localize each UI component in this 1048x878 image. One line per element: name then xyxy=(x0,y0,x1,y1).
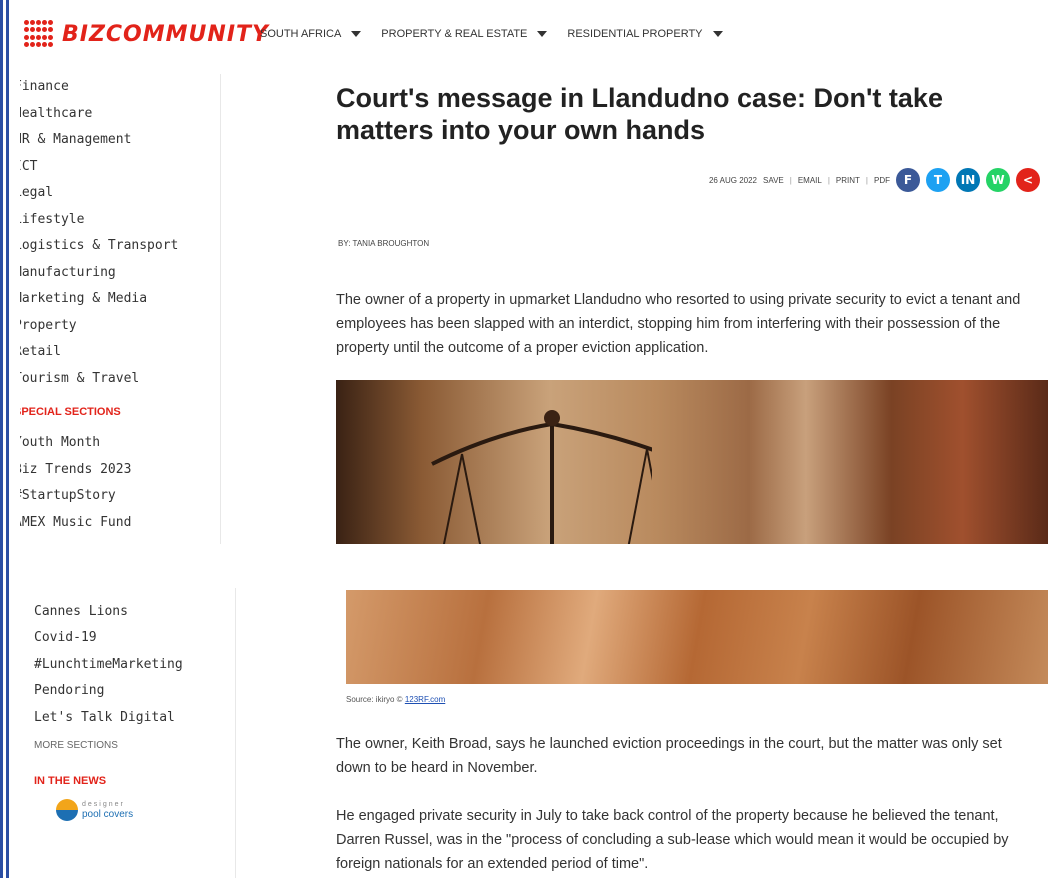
site-header: BIZCOMMUNITY SOUTH AFRICA PROPERTY & REA… xyxy=(20,18,1040,54)
chevron-down-icon xyxy=(351,31,362,37)
sidebar-item-retail[interactable]: Retail xyxy=(20,339,220,366)
sidebar-item-hr[interactable]: HR & Management xyxy=(20,127,220,154)
sidebar-item-logistics[interactable]: Logistics & Transport xyxy=(20,233,220,260)
facebook-icon[interactable]: f xyxy=(896,168,920,192)
nav-item-property[interactable]: PROPERTY & REAL ESTATE xyxy=(381,28,548,40)
sidebar-item-amex[interactable]: AMEX Music Fund xyxy=(20,510,220,537)
sidebar-item-legal[interactable]: Legal xyxy=(20,180,220,207)
sidebar-top: Finance Healthcare HR & Management ICT L… xyxy=(20,74,221,544)
sidebar-item-manufacturing[interactable]: Manufacturing xyxy=(20,260,220,287)
logo-dots-icon xyxy=(24,20,56,48)
sidebar-item-lunchtime[interactable]: #LunchtimeMarketing xyxy=(34,652,235,679)
sidebar-item-lets-talk-digital[interactable]: Let's Talk Digital xyxy=(34,705,235,732)
sidebar-item-startupstory[interactable]: #StartupStory xyxy=(20,483,220,510)
article-image-wood-surface xyxy=(346,590,1048,684)
article-image-scales xyxy=(336,380,1048,544)
chevron-down-icon xyxy=(537,31,548,37)
sidebar-item-covid[interactable]: Covid-19 xyxy=(34,625,235,652)
sidebar-item-youth-month[interactable]: Youth Month xyxy=(20,430,220,457)
twitter-icon[interactable]: t xyxy=(926,168,950,192)
designer-pool-covers-ad[interactable]: designer pool covers xyxy=(56,799,235,821)
sidebar-item-pendoring[interactable]: Pendoring xyxy=(34,678,235,705)
pool-covers-logo-icon xyxy=(56,799,78,821)
article-meta-bar: 26 AUG 2022 SAVE | EMAIL | PRINT | PDF f t … xyxy=(709,168,1040,192)
sidebar-item-property[interactable]: Property xyxy=(20,313,220,340)
article-paragraph-1: The owner of a property in upmarket Llan… xyxy=(336,292,1021,356)
save-link[interactable]: SAVE xyxy=(763,176,784,185)
sidebar-item-healthcare[interactable]: Healthcare xyxy=(20,101,220,128)
print-link[interactable]: PRINT xyxy=(836,176,860,185)
source-link[interactable]: 123RF.com xyxy=(405,695,445,704)
sidebar-item-marketing[interactable]: Marketing & Media xyxy=(20,286,220,313)
sidebar-item-finance[interactable]: Finance xyxy=(20,74,220,101)
article-paragraph-2: The owner, Keith Broad, says he launched… xyxy=(336,736,1002,776)
chevron-down-icon xyxy=(712,31,723,37)
special-sections-heading: SPECIAL SECTIONS xyxy=(20,406,121,418)
sidebar-item-tourism[interactable]: Tourism & Travel xyxy=(20,366,220,393)
logo-text: BIZCOMMUNITY xyxy=(62,21,269,47)
whatsapp-icon[interactable]: w xyxy=(986,168,1010,192)
article-date: 26 AUG 2022 xyxy=(708,175,757,185)
pdf-link[interactable]: PDF xyxy=(874,176,890,185)
more-sections-link[interactable]: MORE SECTIONS xyxy=(34,735,235,757)
email-link[interactable]: EMAIL xyxy=(798,176,822,185)
breadcrumb-nav: SOUTH AFRICA PROPERTY & REAL ESTATE RESI… xyxy=(260,28,723,40)
scales-of-justice-icon xyxy=(431,410,652,544)
site-logo[interactable]: BIZCOMMUNITY xyxy=(24,20,269,48)
sidebar-item-ict[interactable]: ICT xyxy=(20,154,220,181)
page-edge-border xyxy=(0,0,12,878)
nav-item-residential[interactable]: RESIDENTIAL PROPERTY xyxy=(567,28,723,40)
sidebar-item-lifestyle[interactable]: Lifestyle xyxy=(20,207,220,234)
image-source-caption: Source: ikiryo © 123RF.com xyxy=(346,695,446,704)
sidebar-bottom: Sales Enablement Cannes Lions Covid-19 #… xyxy=(20,588,236,878)
nav-item-south-africa[interactable]: SOUTH AFRICA xyxy=(260,28,362,40)
sidebar-item-biz-trends[interactable]: Biz Trends 2023 xyxy=(20,457,220,484)
sidebar-item-sales-enablement[interactable]: Sales Enablement xyxy=(34,588,235,599)
sidebar-item-cannes-lions[interactable]: Cannes Lions xyxy=(34,599,235,626)
article-title: Court's message in Llandudno case: Don't… xyxy=(336,83,943,145)
linkedin-icon[interactable]: in xyxy=(956,168,980,192)
article-paragraph-3: He engaged private security in July to t… xyxy=(336,808,1009,872)
share-icon[interactable]: < xyxy=(1016,168,1040,192)
article-byline: BY: TANIA BROUGHTON xyxy=(338,239,430,248)
in-the-news-heading: IN THE NEWS xyxy=(34,775,107,787)
